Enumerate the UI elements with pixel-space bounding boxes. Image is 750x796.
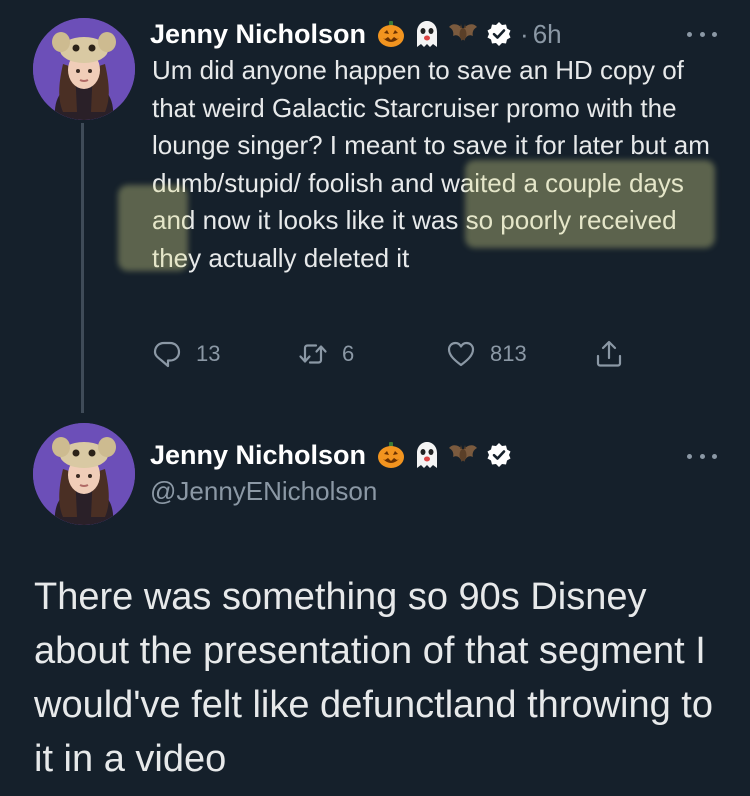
retweet-button[interactable]: 6 [298, 336, 354, 372]
tweet-text: Um did anyone happen to save an HD copy … [152, 55, 710, 273]
ghost-emoji [412, 19, 442, 49]
meta-separator: · [520, 18, 529, 49]
verified-badge-icon [486, 442, 512, 468]
ghost-emoji [412, 440, 442, 470]
author-display-name[interactable]: Jenny Nicholson [150, 19, 366, 50]
tweet-reply[interactable]: Jenny Nicholson @JennyENicholson There w… [0, 410, 750, 796]
jack-o-lantern-emoji [376, 19, 406, 49]
action-bar: 13 6 813 [150, 336, 650, 372]
reply-count: 13 [196, 341, 221, 366]
verified-badge-icon [486, 21, 512, 47]
reply-button[interactable]: 13 [152, 336, 220, 372]
like-button[interactable]: 813 [446, 336, 527, 372]
author-handle[interactable]: @JennyENicholson [150, 476, 377, 507]
bat-emoji [448, 19, 478, 49]
like-icon [447, 341, 475, 367]
jack-o-lantern-emoji [376, 440, 406, 470]
avatar-image [33, 423, 135, 525]
more-icon[interactable] [687, 446, 717, 466]
author-display-name[interactable]: Jenny Nicholson [150, 440, 366, 471]
avatar[interactable] [33, 423, 135, 525]
thread-connector-line [81, 123, 84, 413]
tweet-header: Jenny Nicholson [150, 435, 512, 475]
avatar[interactable] [33, 18, 135, 120]
like-count: 813 [490, 341, 527, 366]
tweet-header: Jenny Nicholson [150, 14, 562, 54]
retweet-icon [299, 344, 327, 364]
share-button[interactable] [594, 336, 624, 372]
bat-emoji [448, 440, 478, 470]
reply-icon [153, 341, 181, 368]
more-icon[interactable] [687, 24, 717, 44]
share-icon [596, 340, 622, 367]
retweet-count: 6 [342, 341, 355, 366]
tweet-timestamp[interactable]: 6h [533, 19, 562, 50]
avatar-image [33, 18, 135, 120]
tweet-original[interactable]: Jenny Nicholson · 6h Um did anyone happe… [0, 0, 750, 413]
tweet-text: There was something so 90s Disney about … [34, 576, 713, 780]
